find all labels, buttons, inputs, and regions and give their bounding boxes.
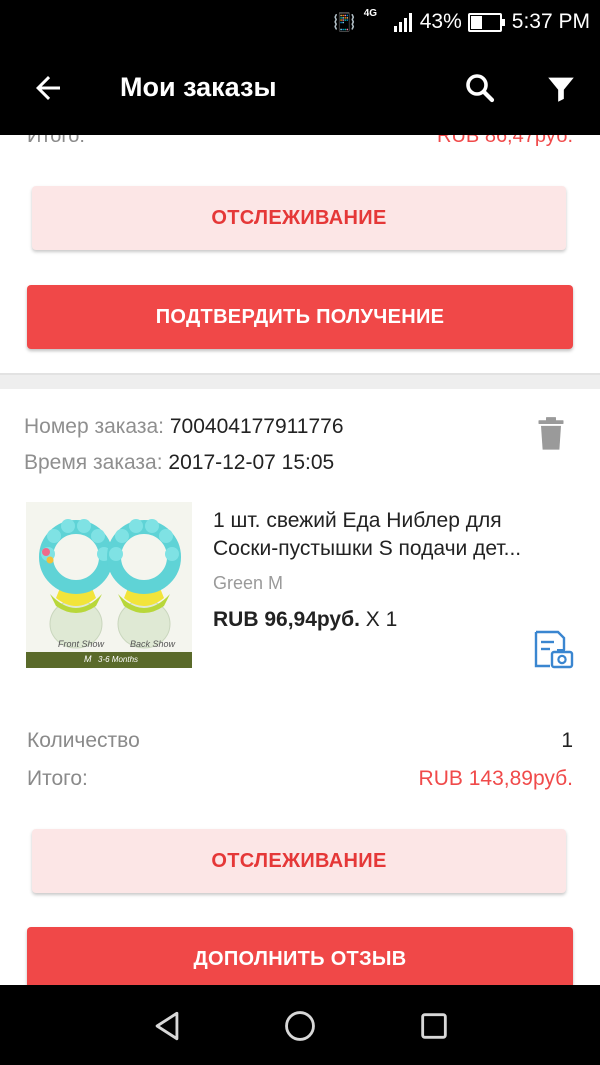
product-title-line-2: Соски-пустышки S подачи дет...	[213, 537, 522, 560]
back-arrow-icon[interactable]	[30, 70, 66, 106]
image-caption: Front Show Back Show M 3-6 Months	[26, 639, 192, 668]
trash-icon[interactable]	[536, 416, 566, 452]
prev-order-total-value: RUB 86,47руб.	[437, 135, 573, 147]
photo-review-icon[interactable]	[532, 630, 574, 670]
order-number-value: 700404177911776	[169, 415, 344, 438]
signal-icon: 4G	[363, 8, 388, 33]
order-time-value: 2017-12-07 15:05	[168, 451, 335, 474]
network-type: 4G	[363, 8, 378, 19]
battery-percent: 43%	[419, 10, 462, 33]
total-value: RUB 143,89руб.	[418, 767, 573, 790]
system-nav-bar	[0, 985, 600, 1065]
product-price-row: RUB 96,94руб. X 1	[213, 608, 397, 632]
caption-size: M	[84, 654, 92, 664]
search-icon[interactable]	[462, 70, 498, 106]
product-image[interactable]: Front Show Back Show M 3-6 Months	[26, 502, 192, 668]
order-number: Номер заказа: 700404177911776	[24, 415, 344, 439]
product-variant: Green M	[213, 573, 284, 593]
order-divider	[0, 373, 600, 389]
vibrate-icon: 📳	[333, 11, 356, 32]
product-title-line-1: 1 шт. свежий Еда Ниблер для	[213, 509, 502, 532]
confirm-receipt-button[interactable]: ПОДТВЕРДИТЬ ПОЛУЧЕНИЕ	[27, 285, 573, 349]
track-button[interactable]: ОТСЛЕЖИВАНИЕ	[32, 829, 566, 893]
product-title[interactable]: 1 шт. свежий Еда Ниблер для Соски-пустыш…	[213, 507, 573, 563]
product-price: RUB 96,94руб.	[213, 608, 360, 631]
filter-icon[interactable]	[544, 72, 578, 106]
quantity-value: 1	[561, 729, 573, 752]
app-header: 📳 4G 43% 5:37 PM Мои заказы	[0, 0, 600, 135]
order-number-label: Номер заказа:	[24, 415, 165, 438]
order-time: Время заказа: 2017-12-07 15:05	[24, 451, 334, 475]
signal-bars-icon	[393, 12, 412, 32]
add-review-button[interactable]: ДОПОЛНИТЬ ОТЗЫВ	[27, 927, 573, 985]
nav-back-icon[interactable]	[150, 1009, 184, 1043]
product-quantity: X 1	[365, 608, 398, 631]
caption-age: 3-6 Months	[98, 655, 139, 664]
nav-recents-icon[interactable]	[417, 1009, 451, 1043]
prev-order-total-label: Итого:	[27, 135, 85, 147]
prev-order-track-button[interactable]: ОТСЛЕЖИВАНИЕ	[32, 186, 566, 250]
page-title: Мои заказы	[120, 72, 277, 102]
teether-illustration	[26, 502, 192, 652]
order-time-label: Время заказа:	[24, 451, 163, 474]
caption-back: Back Show	[130, 639, 176, 649]
orders-list[interactable]: Итого: RUB 86,47руб. ОТСЛЕЖИВАНИЕ ПОДТВЕ…	[0, 135, 600, 985]
quantity-label: Количество	[27, 729, 140, 752]
total-label: Итого:	[27, 767, 88, 790]
battery-icon	[467, 12, 505, 32]
clock: 5:37 PM	[511, 10, 590, 33]
nav-home-icon[interactable]	[283, 1009, 317, 1043]
status-bar: 📳 4G 43% 5:37 PM	[333, 8, 590, 36]
caption-front: Front Show	[58, 639, 105, 649]
